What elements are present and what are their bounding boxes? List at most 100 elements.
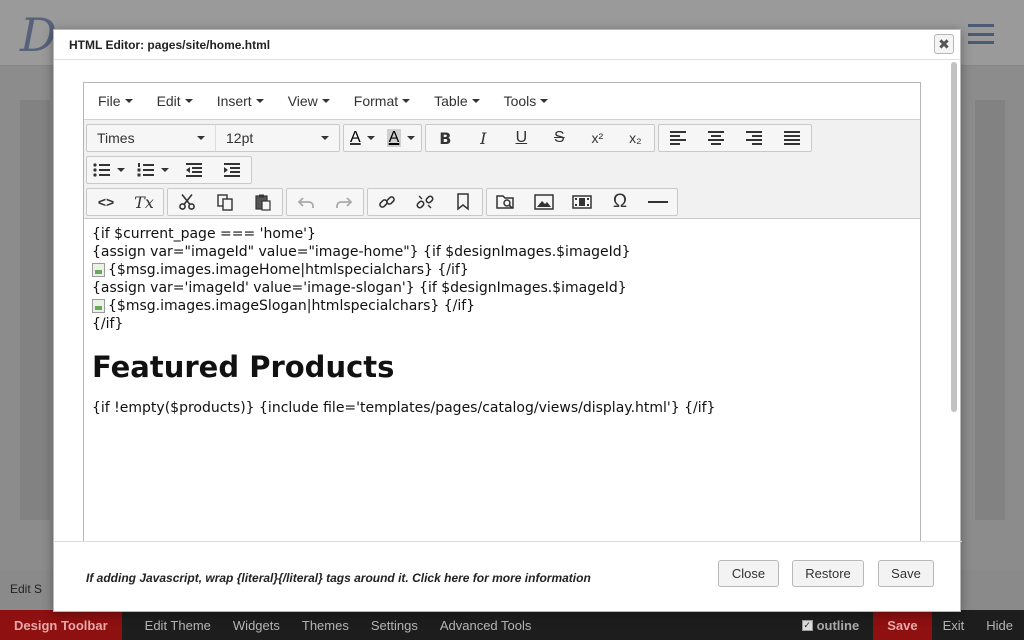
modal-footer: If adding Javascript, wrap {literal}{/li… (54, 541, 962, 613)
design-toolbar-hide-button[interactable]: Hide (975, 618, 1024, 633)
align-justify-icon[interactable] (773, 125, 811, 151)
design-toolbar-save-button[interactable]: Save (873, 610, 932, 640)
subscript-icon[interactable]: x₂ (616, 125, 654, 151)
bullet-list-button[interactable] (87, 157, 131, 183)
design-toolbar-advanced-tools[interactable]: Advanced Tools (429, 618, 543, 633)
redo-icon[interactable] (325, 189, 363, 215)
image-icon[interactable] (525, 189, 563, 215)
design-toolbar-brand[interactable]: Design Toolbar (0, 610, 122, 640)
chevron-down-icon (321, 136, 329, 140)
menu-file-label: File (98, 93, 121, 109)
font-select-group: Times 12pt (86, 124, 340, 152)
content-line: {$msg.images.imageSlogan|htmlspecialchar… (108, 298, 476, 314)
background-edit-label: Edit S (10, 582, 43, 596)
background-color-icon: A (386, 129, 402, 147)
font-size-select[interactable]: 12pt (215, 125, 339, 151)
outline-label: outline (816, 617, 860, 633)
modal-body: File Edit Insert View Format Table Tools… (54, 61, 962, 541)
content-line: {if $current_page === 'home'} (92, 226, 316, 242)
unlink-icon[interactable] (406, 189, 444, 215)
chevron-down-icon (184, 99, 193, 103)
menu-table[interactable]: Table (426, 93, 487, 109)
special-character-icon[interactable]: Ω (601, 189, 639, 215)
underline-icon[interactable]: U (502, 125, 540, 151)
outdent-icon[interactable] (175, 157, 213, 183)
chevron-down-icon (540, 99, 549, 103)
link-group (367, 188, 483, 216)
content-line: {if !empty($products)} {include file='te… (92, 400, 716, 416)
chevron-down-icon (124, 99, 133, 103)
chevron-down-icon[interactable] (161, 168, 169, 172)
color-group: A A (343, 124, 423, 152)
chevron-down-icon (255, 99, 264, 103)
chevron-down-icon[interactable] (117, 168, 125, 172)
paste-icon[interactable] (244, 189, 282, 215)
align-center-icon[interactable] (697, 125, 735, 151)
close-icon[interactable]: ✖ (934, 34, 954, 54)
superscript-icon[interactable]: x² (578, 125, 616, 151)
menu-format[interactable]: Format (346, 93, 418, 109)
align-left-icon[interactable] (659, 125, 697, 151)
menu-view[interactable]: View (280, 93, 338, 109)
close-button[interactable]: Close (718, 560, 779, 587)
modal-scrollbar[interactable] (950, 62, 958, 542)
bold-icon[interactable]: B (426, 125, 464, 151)
modal-title: HTML Editor: pages/site/home.html (69, 38, 271, 52)
menu-tools-label: Tools (503, 93, 537, 109)
hamburger-menu-icon[interactable] (968, 24, 994, 44)
link-icon[interactable] (368, 189, 406, 215)
file-browser-icon[interactable] (487, 189, 525, 215)
design-toolbar-edit-theme[interactable]: Edit Theme (134, 618, 222, 633)
undo-icon[interactable] (287, 189, 325, 215)
restore-button[interactable]: Restore (792, 560, 864, 587)
design-toolbar-themes[interactable]: Themes (291, 618, 360, 633)
menu-edit[interactable]: Edit (149, 93, 201, 109)
menu-file[interactable]: File (90, 93, 141, 109)
bookmark-icon[interactable] (444, 189, 482, 215)
font-size-value: 12pt (226, 130, 254, 146)
editor-content-area[interactable]: {if $current_page === 'home'} {assign va… (84, 219, 920, 423)
alignment-group (658, 124, 813, 152)
design-toolbar-exit-button[interactable]: Exit (932, 618, 976, 633)
menu-table-label: Table (434, 93, 468, 109)
scrollbar-thumb[interactable] (951, 62, 957, 412)
site-logo: D (20, 8, 57, 62)
italic-icon[interactable]: I (464, 125, 502, 151)
strikethrough-icon[interactable]: S (540, 125, 578, 151)
font-family-value: Times (97, 130, 135, 146)
align-right-icon[interactable] (735, 125, 773, 151)
design-toolbar: Design Toolbar Edit Theme Widgets Themes… (0, 610, 1024, 640)
clipboard-group (167, 188, 283, 216)
indent-icon[interactable] (213, 157, 251, 183)
clear-formatting-icon[interactable]: Tx (125, 189, 163, 215)
background-panel-left (20, 100, 50, 520)
menu-tools[interactable]: Tools (496, 93, 557, 109)
numbered-list-button[interactable] (131, 157, 175, 183)
design-toolbar-widgets[interactable]: Widgets (222, 618, 291, 633)
save-button[interactable]: Save (878, 560, 934, 587)
background-panel-right (975, 100, 1005, 520)
horizontal-line-icon[interactable] (639, 189, 677, 215)
javascript-help-link[interactable]: If adding Javascript, wrap {literal}{/li… (86, 571, 591, 585)
menu-insert[interactable]: Insert (209, 93, 272, 109)
outline-checkbox[interactable]: ✓ (801, 619, 813, 631)
rich-text-editor: File Edit Insert View Format Table Tools… (83, 82, 921, 541)
content-image-line: {$msg.images.imageHome|htmlspecialchars}… (92, 261, 912, 279)
content-image-line: {$msg.images.imageSlogan|htmlspecialchar… (92, 297, 912, 315)
outline-toggle[interactable]: ✓ outline (801, 617, 860, 633)
text-color-button[interactable]: A (344, 125, 381, 151)
copy-icon[interactable] (206, 189, 244, 215)
toolbar-row-3: <> Tx Ω (86, 186, 918, 218)
font-family-select[interactable]: Times (87, 125, 215, 151)
text-color-icon: A (350, 129, 361, 146)
background-color-button[interactable]: A (381, 125, 422, 151)
video-icon[interactable] (563, 189, 601, 215)
chevron-down-icon[interactable] (366, 136, 375, 140)
design-toolbar-settings[interactable]: Settings (360, 618, 429, 633)
cut-icon[interactable] (168, 189, 206, 215)
chevron-down-icon (402, 99, 411, 103)
content-line: {assign var="imageId" value="image-home"… (92, 244, 631, 260)
chevron-down-icon[interactable] (407, 136, 416, 140)
source-code-icon[interactable]: <> (87, 189, 125, 215)
editor-menubar: File Edit Insert View Format Table Tools (84, 83, 920, 120)
